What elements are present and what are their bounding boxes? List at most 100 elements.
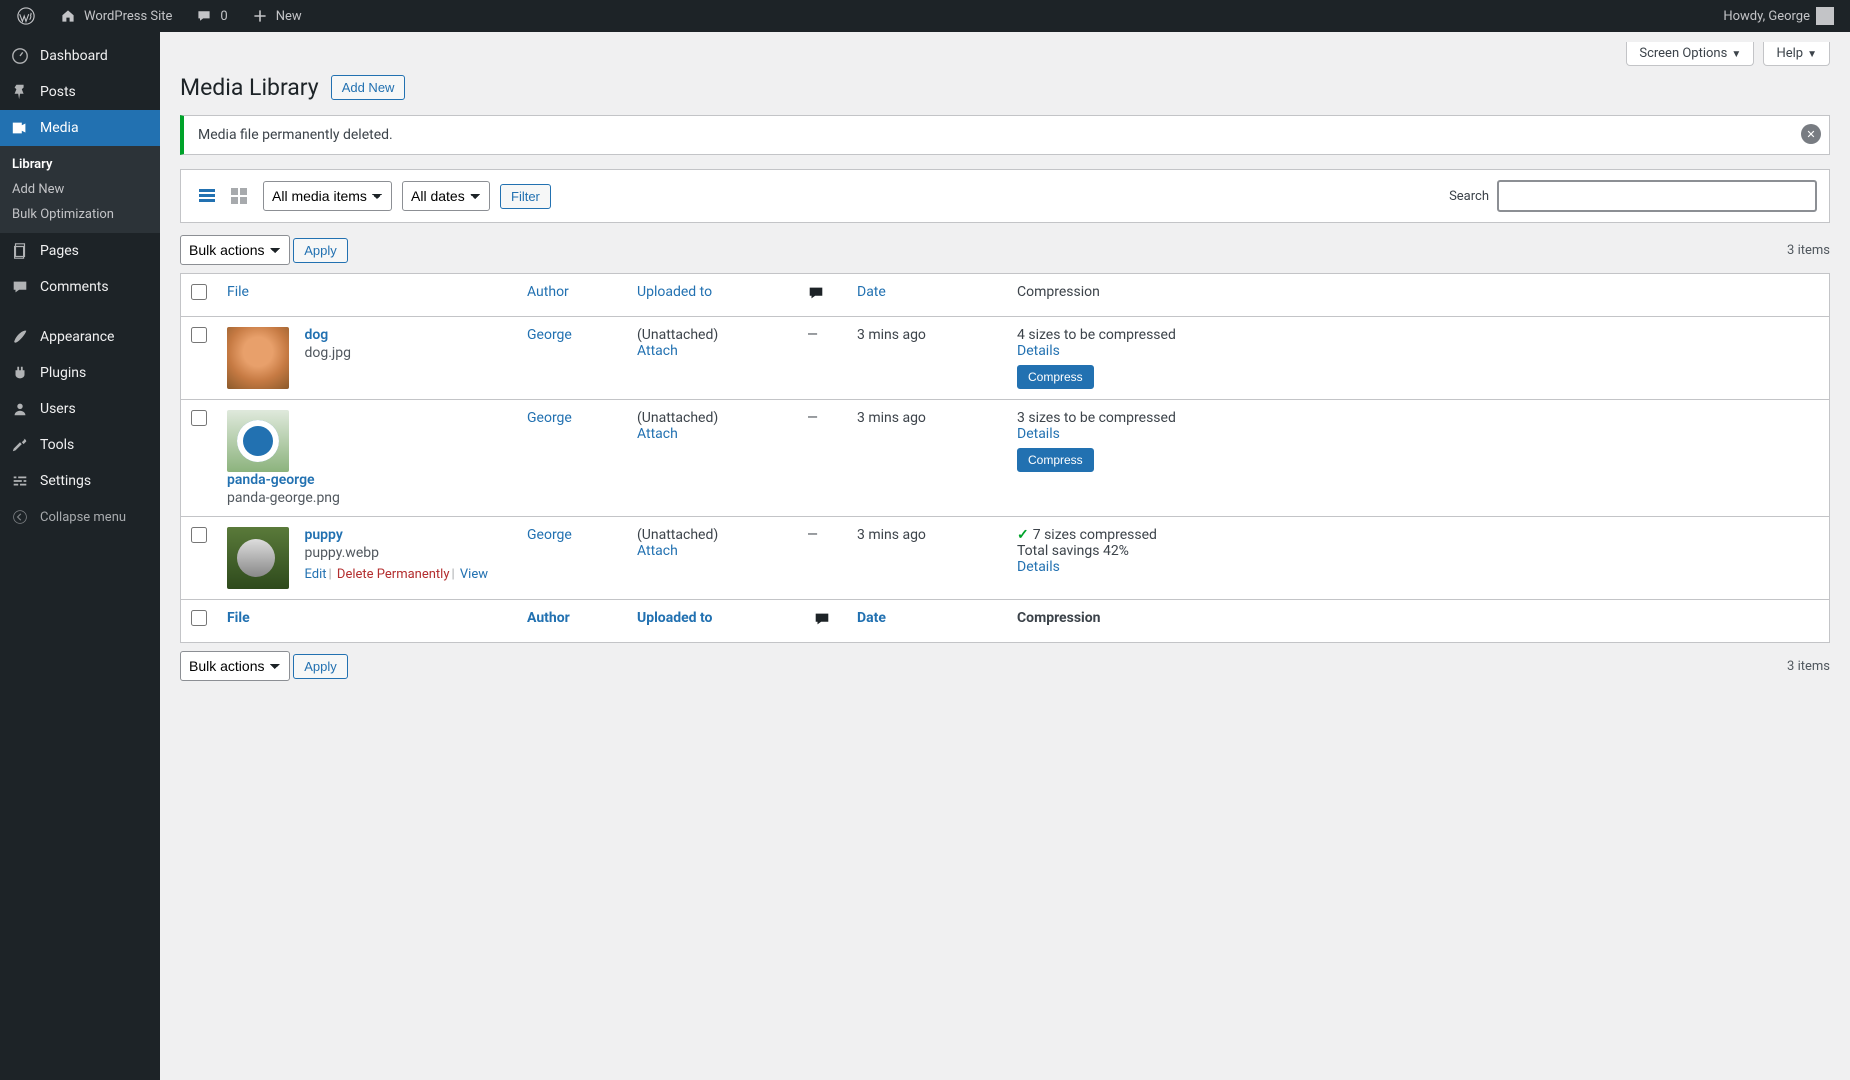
row-checkbox[interactable]	[191, 327, 207, 343]
search-label: Search	[1449, 189, 1489, 204]
col-compression-footer: Compression	[1017, 610, 1100, 626]
compress-button[interactable]: Compress	[1017, 448, 1094, 472]
filter-button[interactable]: Filter	[500, 184, 551, 209]
collapse-icon	[10, 507, 30, 527]
col-author-header[interactable]: Author	[527, 284, 569, 300]
user-icon	[10, 399, 30, 419]
sidebar-subitem-library[interactable]: Library	[0, 152, 160, 177]
admin-sidebar: Dashboard Posts Media Library Add New Bu…	[0, 32, 160, 1080]
uploaded-text: (Unattached)	[637, 527, 718, 543]
sidebar-item-dashboard[interactable]: Dashboard	[0, 38, 160, 74]
attach-link[interactable]: Attach	[637, 543, 678, 559]
uploaded-text: (Unattached)	[637, 410, 718, 426]
sidebar-item-tools[interactable]: Tools	[0, 427, 160, 463]
screen-options-tab[interactable]: Screen Options▼	[1626, 42, 1754, 66]
date-filter[interactable]: All dates	[402, 181, 490, 211]
date-cell: 3 mins ago	[847, 517, 1007, 600]
row-checkbox[interactable]	[191, 410, 207, 426]
wp-logo[interactable]	[8, 0, 44, 32]
site-link[interactable]: WordPress Site	[50, 0, 180, 32]
new-label: New	[276, 9, 302, 24]
sidebar-item-posts[interactable]: Posts	[0, 74, 160, 110]
admin-toolbar: WordPress Site 0 New Howdy, George	[0, 0, 1850, 32]
date-cell: 3 mins ago	[847, 317, 1007, 400]
attach-link[interactable]: Attach	[637, 426, 678, 442]
file-title-link[interactable]: panda-george	[227, 472, 315, 488]
check-icon: ✓	[1017, 527, 1029, 543]
row-checkbox[interactable]	[191, 527, 207, 543]
attach-link[interactable]: Attach	[637, 343, 678, 359]
comments-cell: —	[797, 400, 847, 517]
thumbnail[interactable]	[227, 527, 289, 589]
col-file-footer[interactable]: File	[227, 610, 250, 626]
sidebar-item-media[interactable]: Media	[0, 110, 160, 146]
avatar	[1816, 7, 1834, 25]
view-grid-button[interactable]	[225, 182, 253, 210]
add-new-button[interactable]: Add New	[331, 75, 406, 100]
comments-link[interactable]: 0	[186, 0, 235, 32]
media-type-filter[interactable]: All media items	[263, 181, 392, 211]
sidebar-item-appearance[interactable]: Appearance	[0, 319, 160, 355]
new-link[interactable]: New	[242, 0, 310, 32]
bulk-actions-select-bottom[interactable]: Bulk actions	[180, 651, 290, 681]
help-tab[interactable]: Help▼	[1763, 42, 1830, 66]
file-title-link[interactable]: dog	[304, 327, 328, 343]
apply-button-bottom[interactable]: Apply	[293, 654, 348, 679]
wordpress-icon	[16, 6, 36, 26]
col-file-header[interactable]: File	[227, 284, 249, 300]
file-name: panda-george.png	[227, 490, 340, 506]
col-uploaded-header[interactable]: Uploaded to	[637, 284, 712, 300]
compress-button[interactable]: Compress	[1017, 365, 1094, 389]
media-icon	[10, 118, 30, 138]
comments-count: 0	[220, 9, 227, 24]
notice-success: Media file permanently deleted. ✕	[180, 115, 1830, 155]
compression-cell: ✓7 sizes compressedTotal savings 42%Deta…	[1007, 517, 1830, 600]
select-all-checkbox-top[interactable]	[191, 284, 207, 300]
sidebar-item-comments[interactable]: Comments	[0, 269, 160, 305]
col-date-footer[interactable]: Date	[857, 610, 886, 626]
col-author-footer[interactable]: Author	[527, 610, 570, 626]
sidebar-item-users[interactable]: Users	[0, 391, 160, 427]
author-link[interactable]: George	[527, 410, 572, 426]
comment-icon	[807, 290, 825, 306]
sliders-icon	[10, 471, 30, 491]
col-date-header[interactable]: Date	[857, 284, 886, 300]
comments-cell: —	[797, 317, 847, 400]
page-icon	[10, 241, 30, 261]
sidebar-item-plugins[interactable]: Plugins	[0, 355, 160, 391]
notice-text: Media file permanently deleted.	[198, 127, 393, 143]
sidebar-item-settings[interactable]: Settings	[0, 463, 160, 499]
thumbnail[interactable]	[227, 410, 289, 472]
file-title-link[interactable]: puppy	[304, 527, 342, 543]
comment-icon	[813, 616, 831, 632]
view-link[interactable]: View	[460, 567, 488, 582]
comment-icon	[194, 6, 214, 26]
author-link[interactable]: George	[527, 327, 572, 343]
sidebar-item-pages[interactable]: Pages	[0, 233, 160, 269]
comment-icon	[10, 277, 30, 297]
plug-icon	[10, 363, 30, 383]
col-uploaded-footer[interactable]: Uploaded to	[637, 610, 712, 626]
thumbnail[interactable]	[227, 327, 289, 389]
bulk-actions-select-top[interactable]: Bulk actions	[180, 235, 290, 265]
sidebar-subitem-addnew[interactable]: Add New	[0, 177, 160, 202]
account-link[interactable]: Howdy, George	[1715, 0, 1842, 32]
details-link[interactable]: Details	[1017, 426, 1060, 442]
item-count-top: 3 items	[1787, 243, 1830, 258]
edit-link[interactable]: Edit	[304, 567, 326, 582]
dismiss-notice-button[interactable]: ✕	[1801, 124, 1821, 144]
delete-link[interactable]: Delete Permanently	[337, 567, 450, 582]
filter-bar: All media items All dates Filter Search	[180, 169, 1830, 223]
select-all-checkbox-bottom[interactable]	[191, 610, 207, 626]
view-list-button[interactable]	[193, 182, 221, 210]
author-link[interactable]: George	[527, 527, 572, 543]
details-link[interactable]: Details	[1017, 559, 1060, 575]
apply-button-top[interactable]: Apply	[293, 238, 348, 263]
details-link[interactable]: Details	[1017, 343, 1060, 359]
media-submenu: Library Add New Bulk Optimization	[0, 146, 160, 233]
sidebar-subitem-bulkopt[interactable]: Bulk Optimization	[0, 202, 160, 227]
collapse-menu[interactable]: Collapse menu	[0, 499, 160, 535]
howdy-text: Howdy, George	[1723, 9, 1810, 24]
search-input[interactable]	[1497, 180, 1817, 212]
compression-cell: 3 sizes to be compressedDetailsCompress	[1007, 400, 1830, 517]
